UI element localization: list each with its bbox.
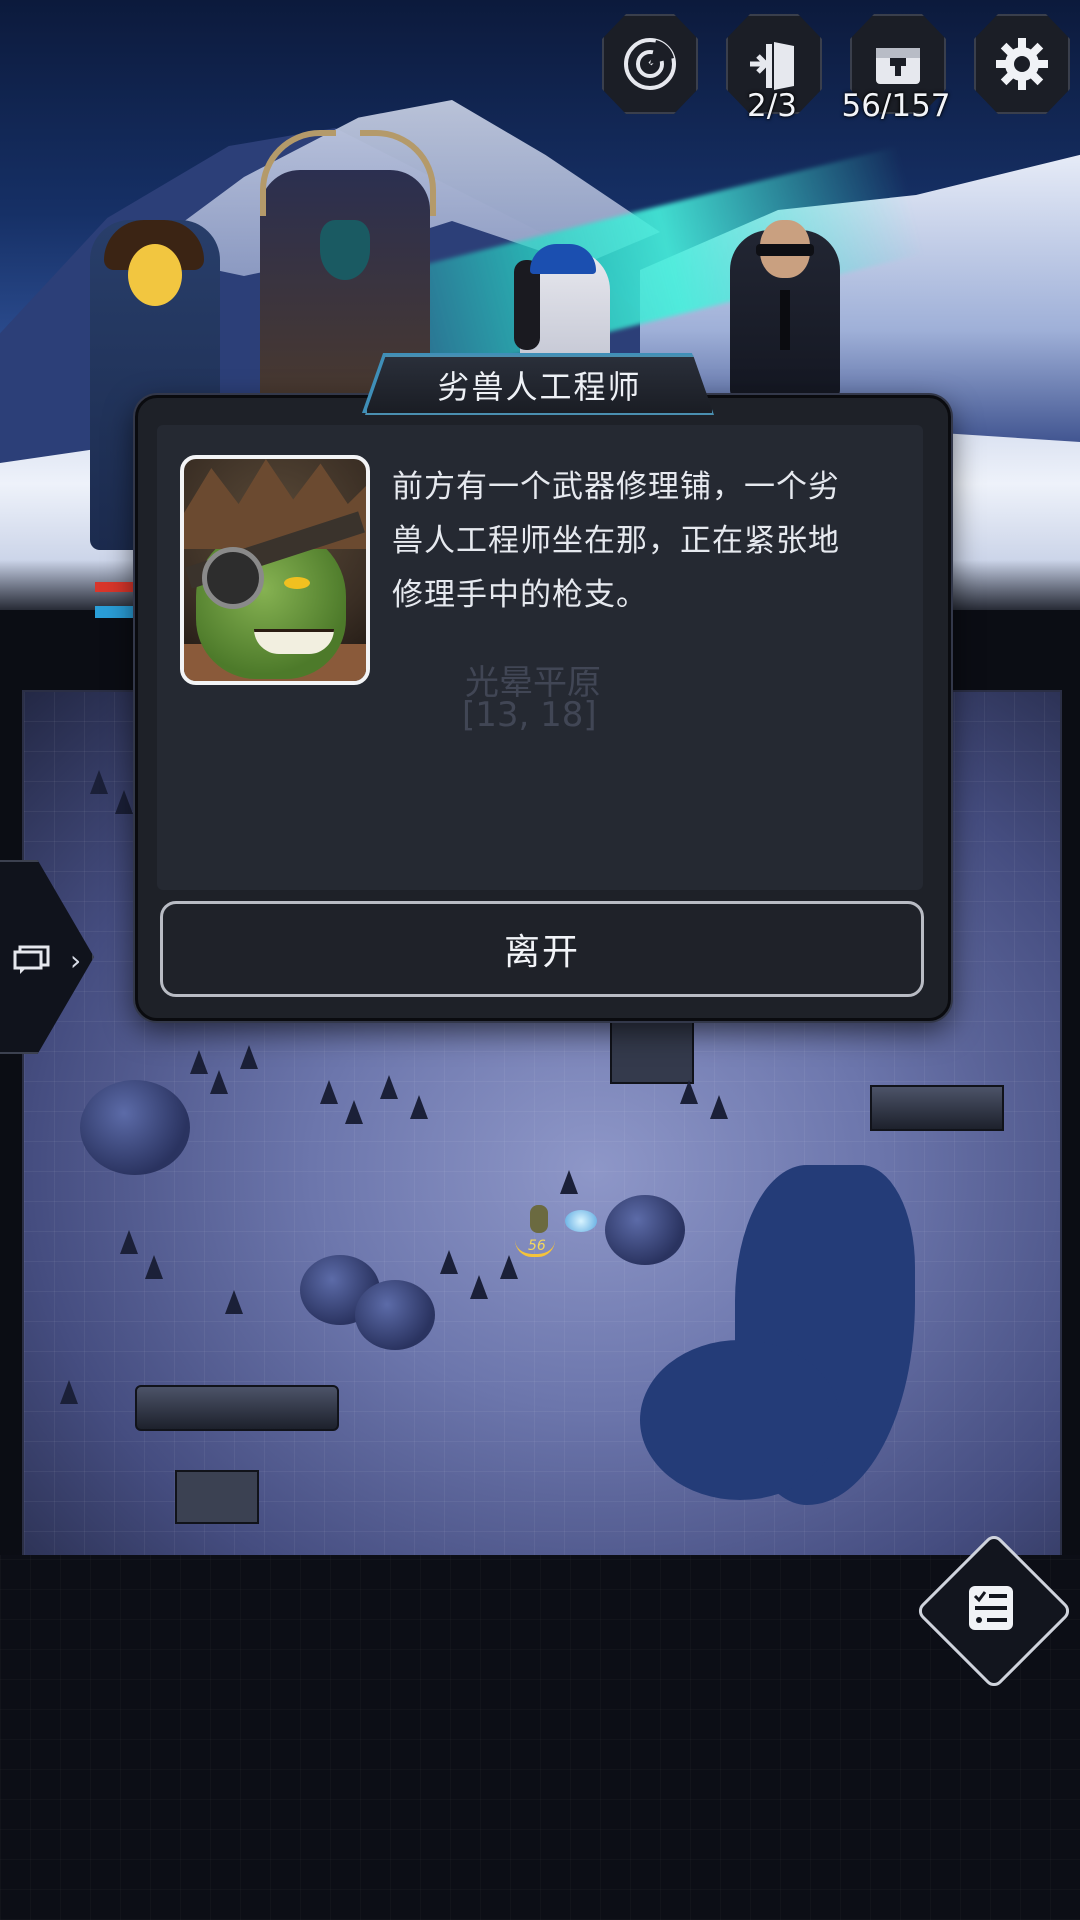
drone-companion: [565, 1210, 597, 1232]
tie: [780, 290, 790, 350]
pine-tree: [210, 1070, 228, 1094]
pine-tree: [560, 1170, 578, 1194]
pine-tree: [60, 1380, 78, 1404]
pine-tree: [470, 1275, 488, 1299]
pine-tree: [225, 1290, 243, 1314]
dome-building[interactable]: [80, 1080, 190, 1175]
pine-tree: [120, 1230, 138, 1254]
dialog-title-tab: 劣兽人工程师: [365, 355, 714, 415]
smiley-mask: [128, 244, 182, 306]
pine-tree: [680, 1080, 698, 1104]
inventory-counter: 56/157: [841, 88, 951, 124]
bunker[interactable]: [175, 1470, 259, 1524]
pine-tree: [90, 770, 108, 794]
dome-building[interactable]: [355, 1280, 435, 1350]
frozen-lake-lower: [640, 1340, 840, 1500]
visor-glasses: [756, 244, 814, 256]
player-level: 56: [528, 1238, 546, 1254]
inventory-chest-icon: [876, 48, 920, 84]
goggle: [202, 547, 264, 609]
settings-button[interactable]: [974, 14, 1070, 114]
chevron-right-icon: ›: [70, 944, 82, 977]
pine-tree: [440, 1250, 458, 1274]
goblin-eye: [284, 577, 310, 589]
outpost-building[interactable]: [870, 1085, 1004, 1131]
pine-tree: [190, 1050, 208, 1074]
pine-tree: [380, 1075, 398, 1099]
npc-portrait: [180, 455, 370, 685]
pine-tree: [320, 1080, 338, 1104]
location-coordinates: [13, 18]: [462, 695, 597, 735]
goblin-grin: [254, 629, 334, 654]
hooded-mask: [320, 220, 370, 280]
chat-icon: [13, 945, 50, 974]
workshop-building[interactable]: [610, 1010, 694, 1084]
pine-tree: [145, 1255, 163, 1279]
dialog-description: 前方有一个武器修理铺，一个劣 兽人工程师坐在那，正在紧张地 修理手中的枪支。: [392, 469, 840, 613]
dome-building[interactable]: [605, 1195, 685, 1265]
exit-door-icon: [750, 42, 794, 90]
party-member-4[interactable]: [730, 220, 840, 400]
dialog-title: 劣兽人工程师: [437, 368, 642, 406]
radar-icon: [624, 38, 676, 90]
pine-tree: [240, 1045, 258, 1069]
pine-tree: [410, 1095, 428, 1119]
pine-tree: [710, 1095, 728, 1119]
checklist-icon: [969, 1586, 1013, 1630]
gear-icon: [996, 38, 1048, 90]
radar-button[interactable]: [602, 14, 698, 114]
leave-button[interactable]: 离开: [160, 901, 924, 997]
exit-counter: 2/3: [747, 88, 797, 124]
player-marker[interactable]: [530, 1205, 548, 1233]
pine-tree: [115, 790, 133, 814]
pine-tree: [500, 1255, 518, 1279]
pine-tree: [345, 1100, 363, 1124]
crashed-ship[interactable]: [135, 1385, 339, 1431]
